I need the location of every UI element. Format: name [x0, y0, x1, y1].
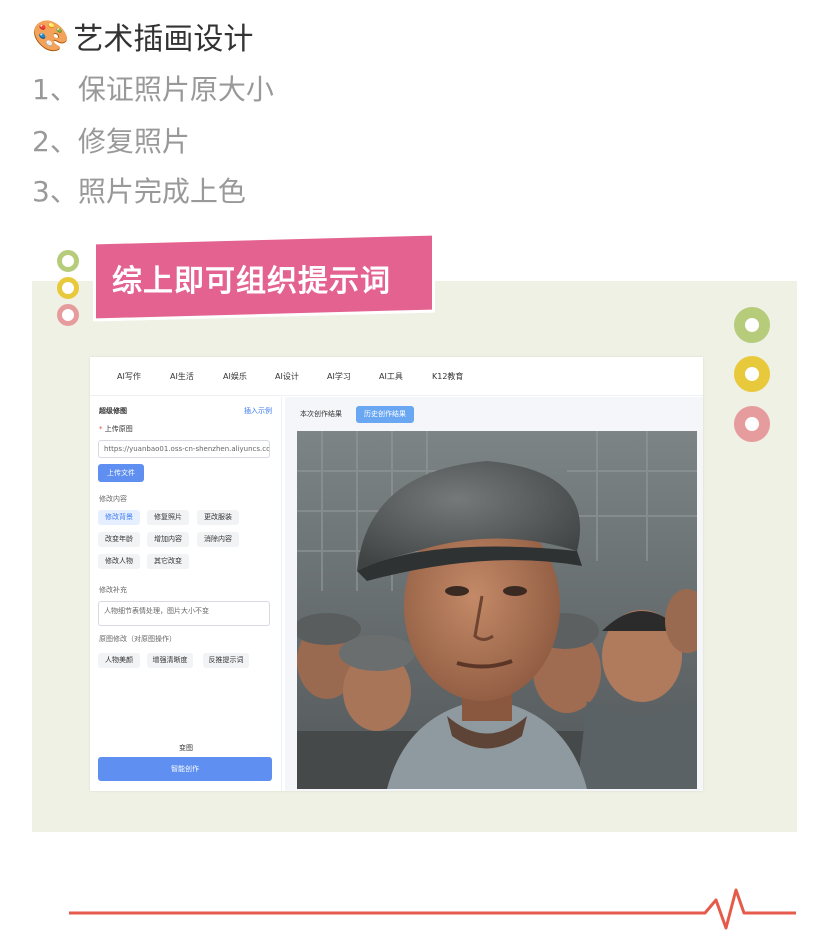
nav-item-design[interactable]: AI设计: [275, 371, 299, 382]
nav-item-k12[interactable]: K12教育: [432, 371, 463, 382]
yellow-ring-icon: [734, 356, 770, 392]
nav-item-tools[interactable]: AI工具: [379, 371, 403, 382]
pink-ring-icon: [57, 304, 79, 326]
yellow-ring-icon: [57, 277, 79, 299]
panel-title: 超级修图: [99, 407, 127, 415]
heartbeat-line-icon: [69, 888, 796, 930]
nav-item-learning[interactable]: AI学习: [327, 371, 351, 382]
nav-item-life[interactable]: AI生活: [170, 371, 194, 382]
palette-icon: 🎨: [32, 18, 70, 54]
chip-enhance-clarity[interactable]: 增强清晰度: [147, 653, 193, 668]
supplement-label: 修改补充: [99, 586, 127, 594]
banner-title: 综上即可组织提示词: [112, 264, 391, 299]
change-image-label[interactable]: 变图: [179, 743, 193, 753]
supplement-textarea[interactable]: 人物细节表情处理，图片大小不变: [98, 601, 270, 626]
modify-label: 修改内容: [99, 495, 127, 503]
tab-current-result[interactable]: 本次创作结果: [292, 406, 350, 423]
original-edit-label: 原图修改（对原图操作）: [99, 635, 176, 643]
chip-reverse-prompt[interactable]: 反推提示词: [203, 653, 249, 668]
chip-modify-person[interactable]: 修改人物: [98, 554, 140, 569]
title-text: 艺术插画设计: [73, 22, 254, 57]
left-panel: 超级修图 插入示例 * 上传原图 https://yuanbao01.oss-c…: [90, 397, 282, 791]
image-url-input[interactable]: https://yuanbao01.oss-cn-shenzhen.aliyun…: [98, 440, 270, 458]
chip-other-change[interactable]: 其它改变: [147, 554, 189, 569]
smart-create-button[interactable]: 智能创作: [98, 757, 272, 781]
tab-history-result[interactable]: 历史创作结果: [356, 406, 414, 423]
upload-label: * 上传原图: [99, 424, 133, 434]
step-1: 1、保证照片原大小: [32, 73, 274, 106]
chip-change-age[interactable]: 改变年龄: [98, 532, 140, 547]
step-3: 3、照片完成上色: [32, 175, 246, 208]
chip-repair-photo[interactable]: 修复照片: [147, 510, 189, 525]
step-2: 2、修复照片: [32, 125, 190, 158]
upload-file-button[interactable]: 上传文件: [98, 464, 144, 482]
chip-add-content[interactable]: 增加内容: [147, 532, 189, 547]
page-title: 🎨 艺术插画设计: [32, 14, 253, 58]
green-ring-icon: [734, 307, 770, 343]
result-photo: [297, 431, 697, 789]
top-nav: AI写作 AI生活 AI娱乐 AI设计 AI学习 AI工具 K12教育: [90, 357, 703, 396]
green-ring-icon: [57, 250, 79, 272]
chip-modify-background[interactable]: 修改背景: [98, 510, 140, 525]
chip-change-clothes[interactable]: 更改服装: [197, 510, 239, 525]
nav-item-writing[interactable]: AI写作: [117, 371, 141, 382]
nav-item-entertainment[interactable]: AI娱乐: [223, 371, 247, 382]
upload-label-text: 上传原图: [104, 425, 133, 433]
chip-remove-content[interactable]: 消除内容: [197, 532, 239, 547]
pink-ring-icon: [734, 406, 770, 442]
chip-beautify[interactable]: 人物美颜: [98, 653, 140, 668]
insert-example-link[interactable]: 插入示例: [244, 406, 272, 416]
